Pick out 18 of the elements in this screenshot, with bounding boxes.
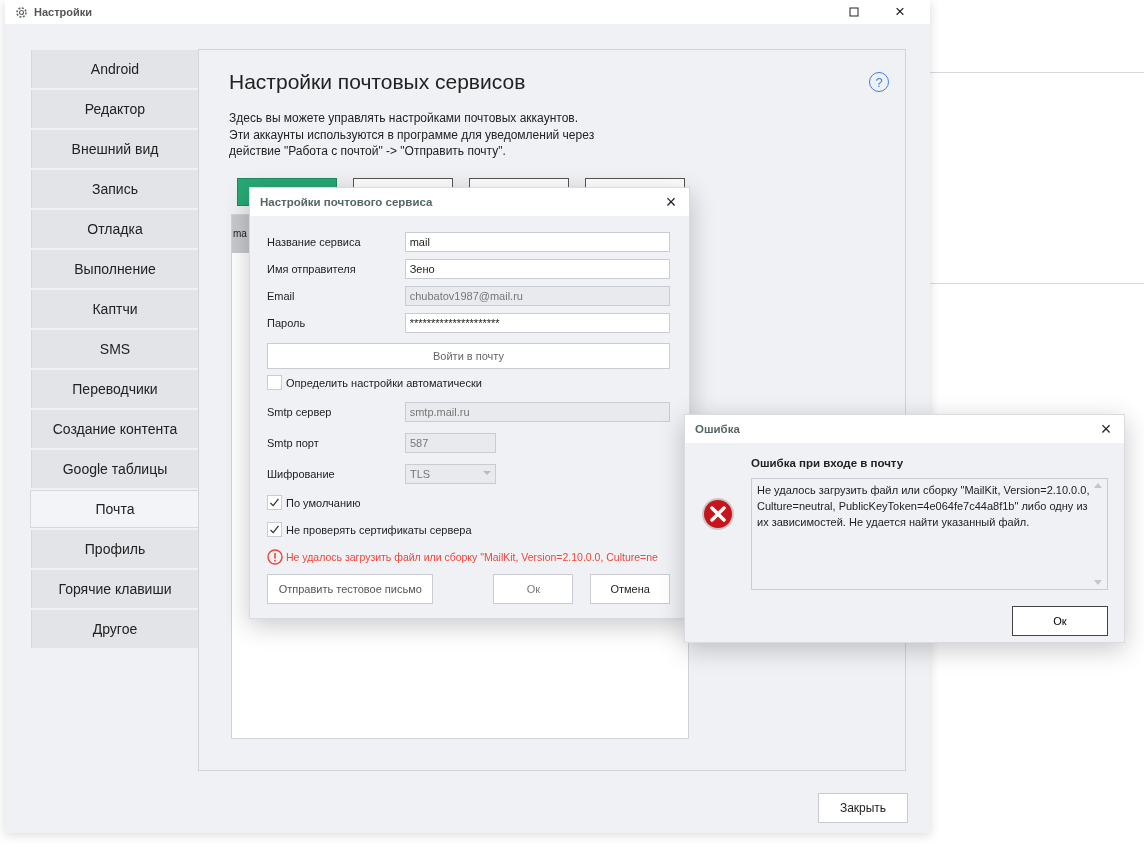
error-message: Не удалось загрузить файл или сборку "MailKit, Version=2.10.0.0, Culture=neutral, PublicKeyToken=4e064fe7c44a8f1b" либо одну из их зависимостей. Не удается найти указанный файл. (757, 483, 1091, 530)
field-label: Название сервиса (267, 235, 362, 248)
page-title: Настройки почтовых сервисов (229, 70, 527, 94)
dialog-title: Настройки почтового сервиса (260, 196, 434, 208)
field-label: Smtp порт (267, 436, 320, 449)
description-text: Здесь вы можете управлять настройками почтовых аккаунтов. Эти аккаунты используются в программе для уведомлений через действие "Работа с почтой" -> "Отправить почту". (229, 110, 596, 160)
field-label: Имя отправителя (267, 262, 357, 275)
error-heading: Ошибка при входе в почту (751, 457, 905, 469)
checkbox-label: Не проверять сертификаты сервера (286, 523, 472, 536)
field-label: Пароль (267, 316, 307, 329)
dialog-title: Ошибка (695, 423, 741, 435)
field-label: Шифрование (267, 467, 336, 480)
field-label: Smtp сервер (267, 405, 333, 418)
error-message: Не удалось загрузить файл или сборку "MailKit, Version=2.10.0.0, Culture=ne (286, 550, 658, 563)
window-title: Настройки (34, 6, 93, 18)
checkbox-label: По умолчанию (286, 496, 361, 509)
field-label: Email (267, 289, 296, 302)
checkbox-label: Определить настройки автоматически (286, 376, 482, 389)
